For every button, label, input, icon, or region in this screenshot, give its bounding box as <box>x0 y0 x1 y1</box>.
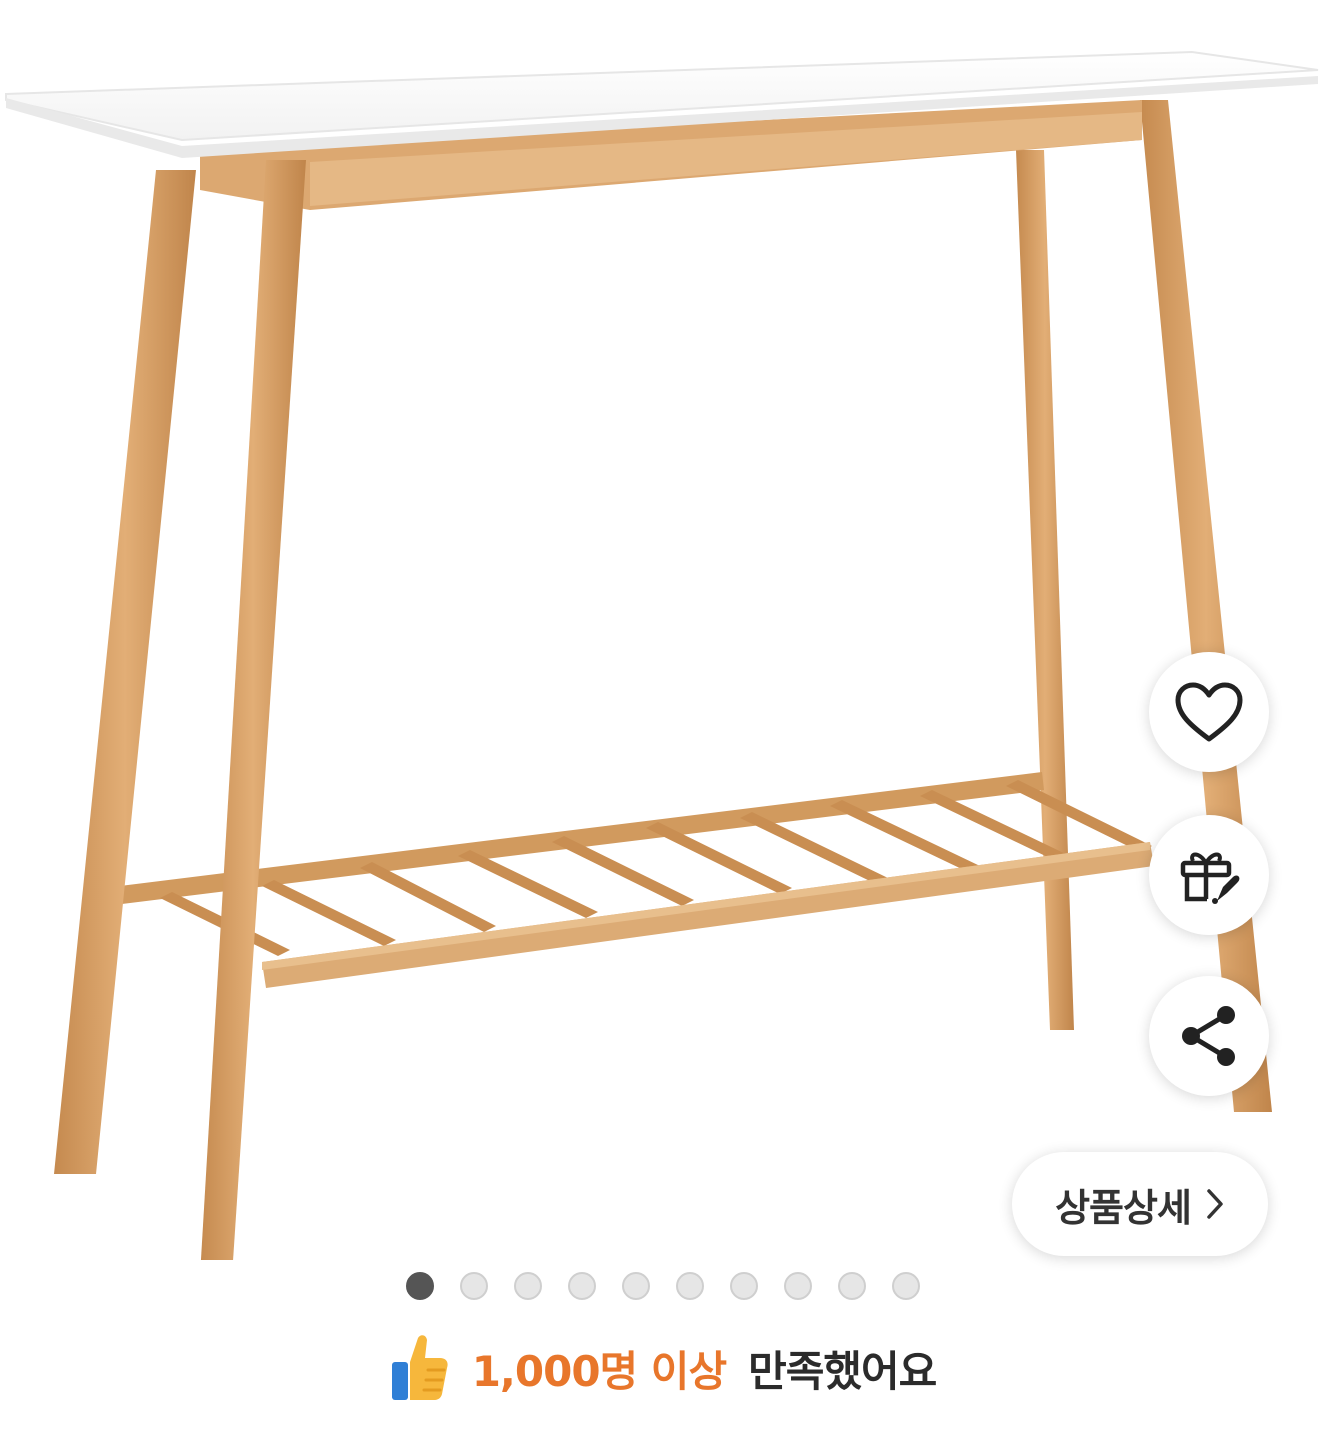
carousel-dot[interactable] <box>622 1272 650 1300</box>
carousel-dot[interactable] <box>730 1272 758 1300</box>
carousel-indicator <box>0 1272 1324 1300</box>
carousel-dot[interactable] <box>676 1272 704 1300</box>
gift-button[interactable] <box>1149 815 1269 935</box>
chevron-right-icon <box>1207 1189 1223 1219</box>
satisfaction-banner: 1,000명 이상 만족했어요 <box>0 1328 1324 1408</box>
like-button[interactable] <box>1149 652 1269 772</box>
product-detail-button[interactable]: 상품상세 <box>1012 1152 1268 1256</box>
carousel-dot[interactable] <box>838 1272 866 1300</box>
carousel-dot[interactable] <box>514 1272 542 1300</box>
satisfaction-count: 1,000명 이상 <box>471 1346 727 1396</box>
carousel-dot[interactable] <box>892 1272 920 1300</box>
satisfaction-text: 만족했어요 <box>748 1346 937 1396</box>
carousel-dot[interactable] <box>568 1272 596 1300</box>
carousel-dot[interactable] <box>460 1272 488 1300</box>
share-icon <box>1182 1006 1235 1066</box>
heart-icon <box>1175 682 1243 742</box>
product-detail-label: 상품상세 <box>1055 1185 1192 1230</box>
thumbs-up-icon <box>391 1335 448 1400</box>
product-image[interactable] <box>0 0 1324 1260</box>
share-button[interactable] <box>1149 976 1269 1096</box>
gift-icon <box>1180 852 1240 904</box>
console-table-illustration <box>5 50 1319 1260</box>
carousel-dot[interactable] <box>784 1272 812 1300</box>
carousel-dot[interactable] <box>406 1272 434 1300</box>
